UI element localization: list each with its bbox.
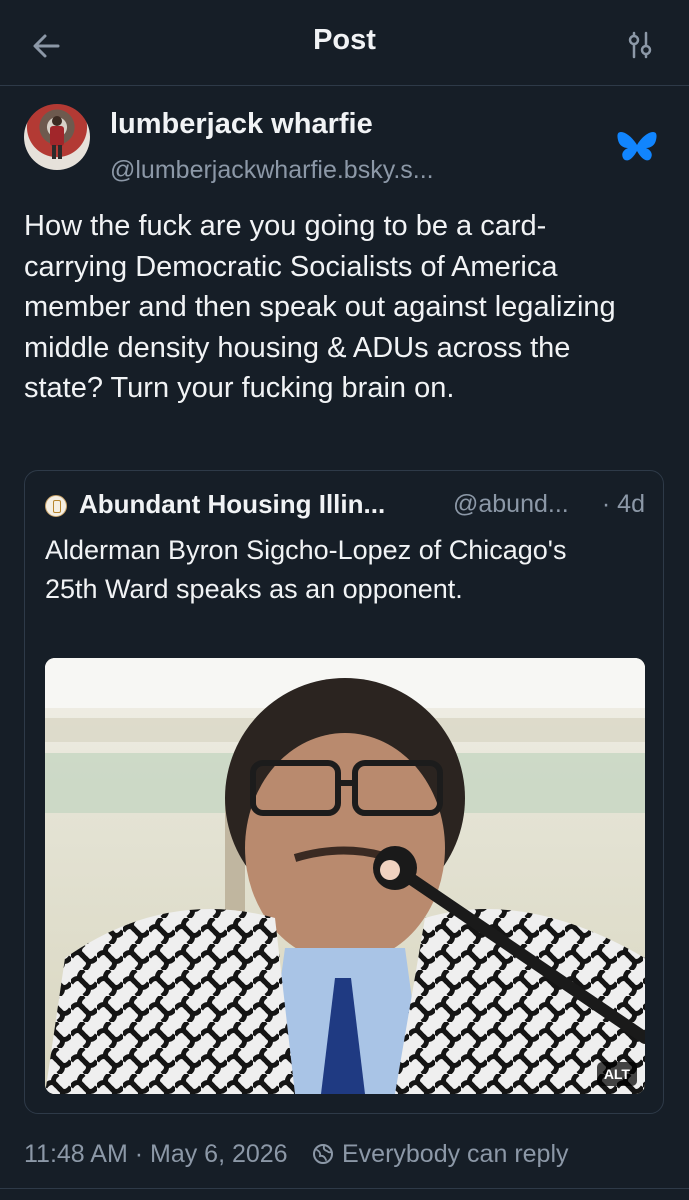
- alt-text-badge[interactable]: ALT: [596, 1062, 637, 1086]
- page-title: Post: [313, 24, 376, 56]
- avatar-figure-image: [50, 116, 64, 159]
- quoted-author-name: Abundant Housing Illin...: [79, 489, 386, 519]
- quoted-avatar: [45, 495, 67, 517]
- author-name[interactable]: lumberjack wharfie: [110, 108, 373, 141]
- avatar[interactable]: [24, 104, 90, 170]
- bluesky-butterfly-icon: [617, 132, 657, 161]
- post-text: How the fuck are you going to be a card-…: [24, 210, 616, 404]
- quoted-post[interactable]: Abundant Housing Illin... @abund... · 4d…: [24, 470, 664, 1114]
- post-meta: 11:48 AM · May 6, 2026 Everybody can rep…: [24, 1140, 665, 1174]
- divider: [0, 1188, 689, 1189]
- post-author: lumberjack wharfie @lumberjackwharfie.bs…: [24, 104, 665, 194]
- quoted-author-handle: @abund...: [453, 490, 569, 518]
- globe-icon: [313, 1144, 333, 1164]
- sliders-icon: [628, 31, 652, 59]
- top-bar: Post: [0, 0, 689, 86]
- post-timestamp: 11:48 AM · May 6, 2026: [24, 1140, 288, 1168]
- quoted-post-image[interactable]: ALT: [45, 658, 645, 1094]
- settings-button[interactable]: [625, 30, 655, 60]
- quoted-post-text: Alderman Byron Sigcho-Lopez of Chicago's…: [45, 535, 567, 604]
- quoted-post-header: Abundant Housing Illin... @abund... · 4d: [45, 489, 645, 525]
- quoted-post-time: · 4d: [601, 490, 645, 518]
- speaker-photo: [45, 658, 645, 1094]
- author-handle[interactable]: @lumberjackwharfie.bsky.s...: [110, 156, 434, 185]
- reply-setting[interactable]: Everybody can reply: [342, 1140, 569, 1169]
